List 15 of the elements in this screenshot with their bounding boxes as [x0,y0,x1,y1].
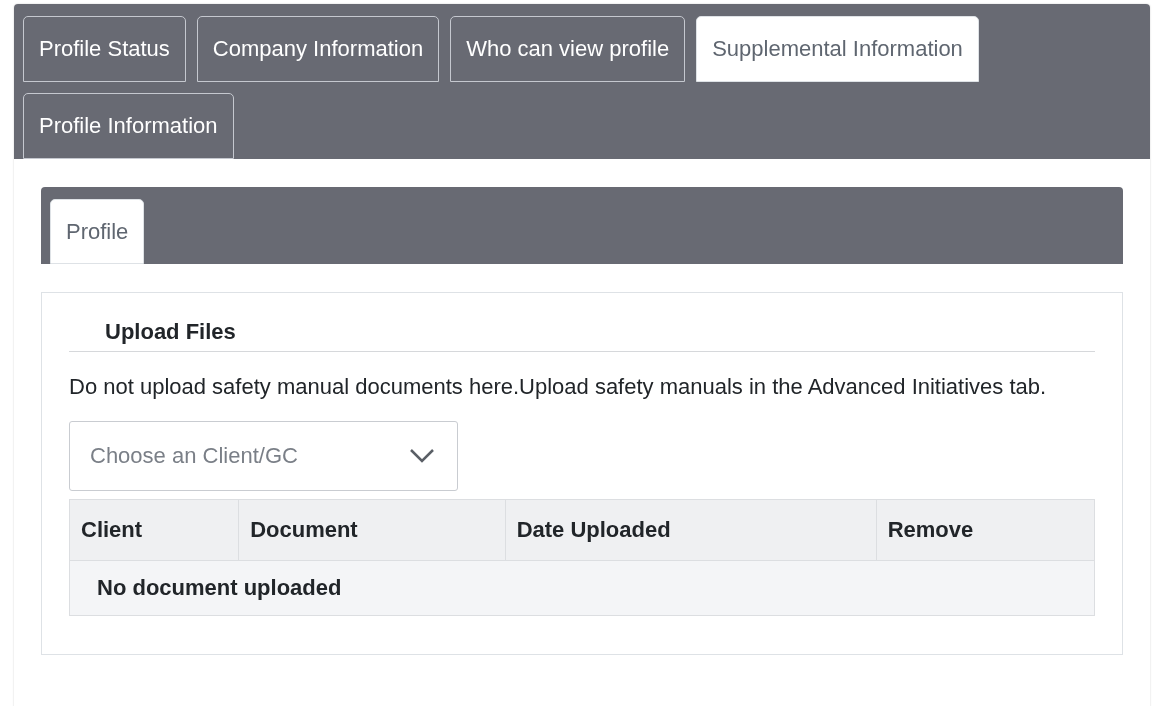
column-header: Remove [876,499,1095,561]
chevron-down-icon [409,448,435,464]
notice-text: Do not upload safety manual documents here.Upload safety manuals in the Advanced Initiatives tab. [69,373,1048,401]
empty-message: No document uploaded [69,560,1095,616]
column-header: Client [69,499,239,561]
client-select[interactable]: Choose an Client/GC [69,421,458,491]
column-header: Document [238,499,506,561]
tab[interactable]: Profile Information [23,93,234,159]
tab[interactable]: Who can view profile [450,16,686,82]
tab[interactable]: Company Information [196,16,440,82]
tab[interactable]: Supplemental Information [696,16,979,82]
column-header: Date Uploaded [505,499,877,561]
section-title: Upload Files [69,319,1095,352]
tab[interactable]: Profile [50,199,145,264]
tab[interactable]: Profile Status [23,16,186,82]
